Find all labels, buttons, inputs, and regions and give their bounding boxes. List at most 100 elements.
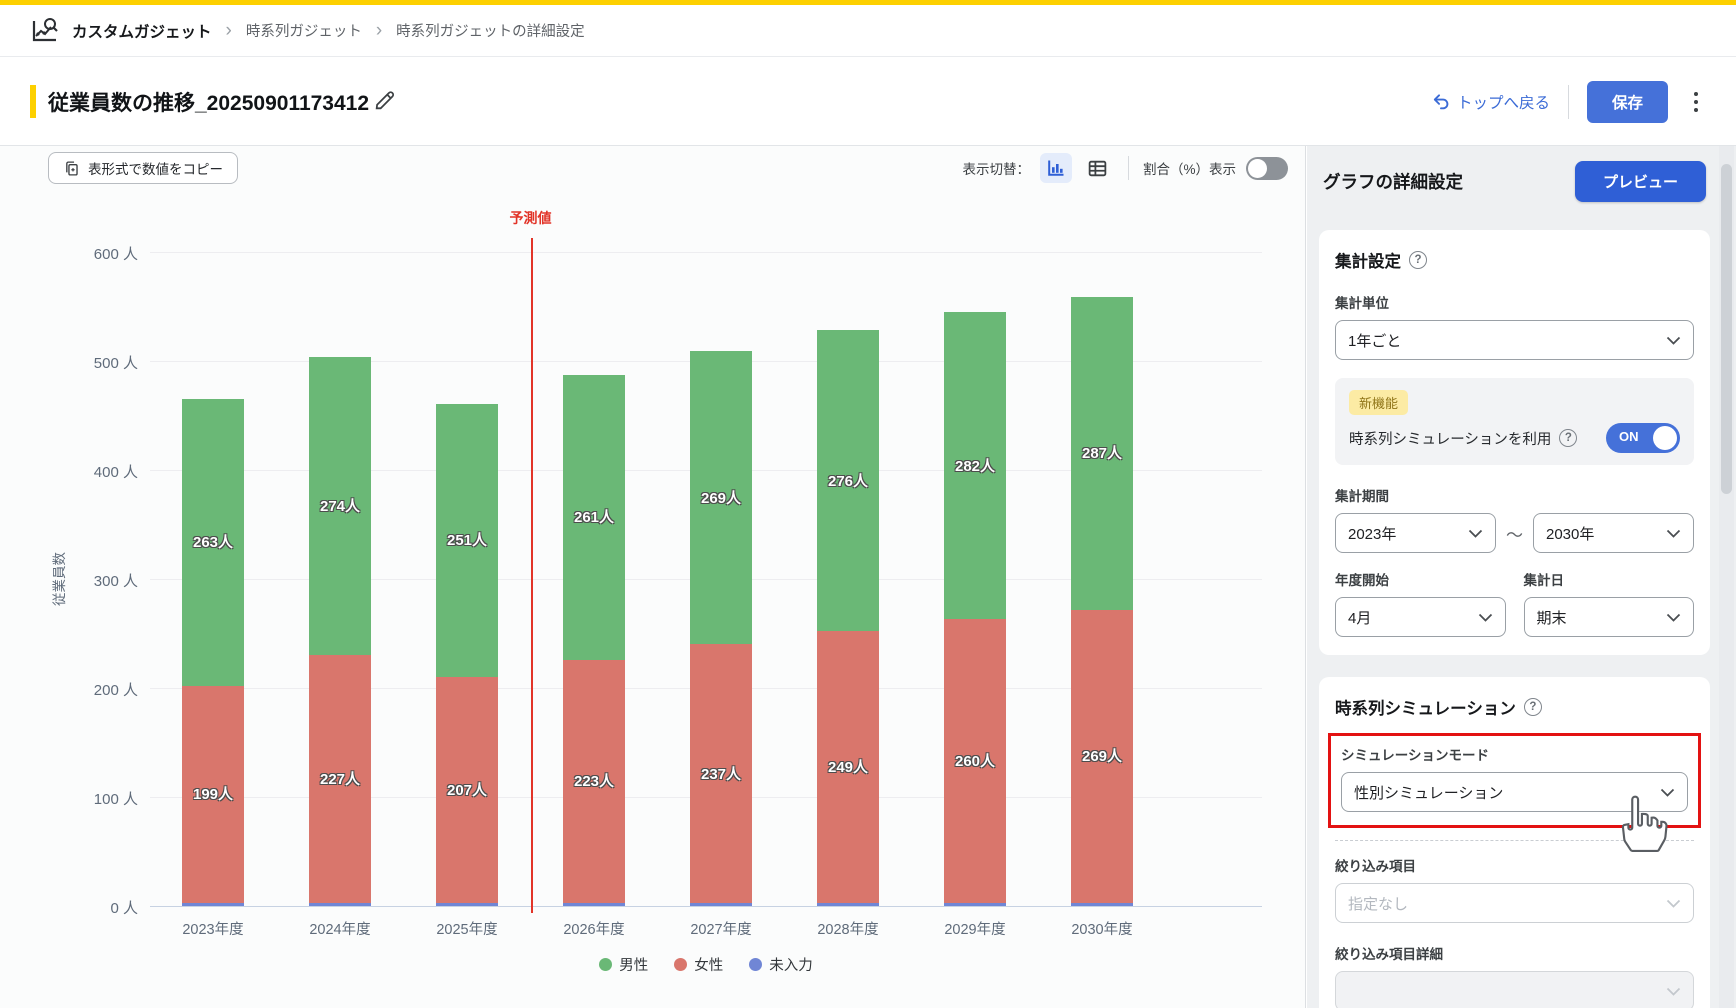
- timeseries-simulation-toggle[interactable]: ON: [1606, 423, 1680, 453]
- legend-item-未入力: 未入力: [749, 954, 813, 975]
- bar-value-label: 282人: [930, 455, 1020, 476]
- period-separator: ～: [1506, 521, 1523, 546]
- more-menu-icon[interactable]: [1686, 86, 1706, 118]
- page-title: 従業員数の推移_20250901173412: [48, 87, 369, 117]
- bar-value-label: 199人: [168, 783, 258, 804]
- bar-value-label: 276人: [803, 470, 893, 491]
- bar-value-label: 260人: [930, 750, 1020, 771]
- y-gridline: [150, 252, 1262, 253]
- chevron-down-icon: [1666, 899, 1681, 908]
- aggregation-unit-value: 1年ごと: [1348, 330, 1401, 351]
- fiscal-start-label: 年度開始: [1335, 569, 1506, 589]
- y-tick-label: 500 人: [38, 352, 138, 373]
- edit-title-icon[interactable]: [372, 88, 398, 114]
- bar-value-label: 269人: [676, 487, 766, 508]
- help-icon[interactable]: ?: [1559, 429, 1577, 447]
- x-tick-label: 2023年度: [153, 918, 273, 939]
- breadcrumb-item-detail: 時系列ガジェットの詳細設定: [396, 20, 585, 41]
- back-to-top-link[interactable]: トップへ戻る: [1431, 91, 1550, 113]
- simulation-mode-label: シミュレーションモード: [1341, 744, 1688, 764]
- chevron-down-icon: [1666, 987, 1681, 996]
- fiscal-start-select[interactable]: 4月: [1335, 597, 1506, 637]
- simulation-toggle-label: 時系列シミュレーションを利用: [1349, 428, 1551, 449]
- aggregation-unit-select[interactable]: 1年ごと: [1335, 320, 1694, 360]
- chart-section: 表形式で数値をコピー 表示切替：: [0, 146, 1306, 1008]
- fiscal-start-value: 4月: [1348, 607, 1371, 628]
- aggregation-section-title: 集計設定: [1335, 248, 1401, 272]
- legend-dot: [674, 958, 687, 971]
- x-tick-label: 2027年度: [661, 918, 781, 939]
- agg-day-select[interactable]: 期末: [1524, 597, 1695, 637]
- prediction-line: [531, 238, 534, 913]
- header-divider: [1568, 85, 1569, 119]
- toggle-on-label: ON: [1619, 429, 1639, 444]
- breadcrumb-separator: ›: [372, 21, 386, 40]
- x-tick-label: 2030年度: [1042, 918, 1162, 939]
- agg-day-label: 集計日: [1524, 569, 1695, 589]
- prediction-label: 予測値: [491, 208, 571, 228]
- chevron-down-icon: [1478, 613, 1493, 622]
- simulation-section-title: 時系列シミュレーション: [1335, 695, 1516, 719]
- app-window: カスタムガジェット › 時系列ガジェット › 時系列ガジェットの詳細設定 従業員…: [0, 0, 1736, 1008]
- simulation-mode-select[interactable]: 性別シミュレーション: [1341, 772, 1688, 812]
- chevron-down-icon: [1666, 529, 1681, 538]
- breadcrumb-root[interactable]: カスタムガジェット: [72, 20, 212, 42]
- legend-dot: [599, 958, 612, 971]
- bar-value-label: 287人: [1057, 442, 1147, 463]
- new-feature-box: 新機能 時系列シミュレーションを利用 ? ON: [1335, 378, 1694, 465]
- preview-button[interactable]: プレビュー: [1575, 161, 1706, 202]
- chevron-down-icon: [1660, 788, 1675, 797]
- legend-label: 女性: [694, 954, 723, 975]
- chevron-down-icon: [1666, 613, 1681, 622]
- help-icon[interactable]: ?: [1524, 698, 1542, 716]
- panel-title: グラフの詳細設定: [1323, 169, 1463, 194]
- aggregation-settings-card: 集計設定 ? 集計単位 1年ごと 新機能 時系列シミュレーションを利用 ?: [1319, 230, 1710, 655]
- x-tick-label: 2028年度: [788, 918, 908, 939]
- breadcrumb-separator: ›: [222, 21, 236, 40]
- bar-value-label: 223人: [549, 770, 639, 791]
- breadcrumb-item-timeseries[interactable]: 時系列ガジェット: [246, 20, 362, 41]
- period-from-value: 2023年: [1348, 523, 1396, 544]
- breadcrumb: カスタムガジェット › 時系列ガジェット › 時系列ガジェットの詳細設定: [0, 5, 1736, 57]
- x-tick-label: 2029年度: [915, 918, 1035, 939]
- back-link-label: トップへ戻る: [1457, 91, 1550, 113]
- settings-panel: グラフの詳細設定 プレビュー 集計設定 ? 集計単位 1年ごと 新機能 時系列シ…: [1307, 146, 1736, 1008]
- y-tick-label: 200 人: [38, 679, 138, 700]
- legend-dot: [749, 958, 762, 971]
- analytics-icon: [30, 16, 62, 46]
- panel-scrollbar[interactable]: [1719, 146, 1734, 1008]
- period-label: 集計期間: [1335, 485, 1694, 505]
- legend-item-男性: 男性: [599, 954, 648, 975]
- legend-label: 男性: [619, 954, 648, 975]
- title-accent-bar: [30, 85, 36, 118]
- save-button[interactable]: 保存: [1587, 81, 1668, 123]
- help-icon[interactable]: ?: [1409, 251, 1427, 269]
- chart-legend: 男性 女性 未入力: [150, 954, 1262, 975]
- title-bar: 従業員数の推移_20250901173412 トップへ戻る 保存: [0, 57, 1736, 146]
- x-tick-label: 2025年度: [407, 918, 527, 939]
- period-to-value: 2030年: [1546, 523, 1594, 544]
- legend-label: 未入力: [769, 954, 813, 975]
- card-divider: [1335, 840, 1694, 841]
- x-tick-label: 2024年度: [280, 918, 400, 939]
- y-axis-title: 従業員数: [48, 539, 68, 619]
- bar-value-label: 249人: [803, 756, 893, 777]
- bar-value-label: 237人: [676, 763, 766, 784]
- x-axis-line: [150, 906, 1262, 907]
- bar-value-label: 274人: [295, 495, 385, 516]
- y-tick-label: 100 人: [38, 788, 138, 809]
- bar-value-label: 227人: [295, 768, 385, 789]
- filter-detail-select: [1335, 971, 1694, 1008]
- bar-value-label: 263人: [168, 531, 258, 552]
- period-from-select[interactable]: 2023年: [1335, 513, 1496, 553]
- timeseries-simulation-card: 時系列シミュレーション ? シミュレーションモード 性別シミュレーション 絞り込…: [1319, 677, 1710, 1008]
- filter-label: 絞り込み項目: [1335, 855, 1694, 875]
- new-feature-badge: 新機能: [1349, 390, 1408, 415]
- filter-value: 指定なし: [1348, 893, 1408, 914]
- simulation-mode-value: 性別シミュレーション: [1354, 782, 1503, 803]
- bar-value-label: 251人: [422, 529, 512, 550]
- bar-value-label: 269人: [1057, 745, 1147, 766]
- period-to-select[interactable]: 2030年: [1533, 513, 1694, 553]
- stacked-bar-chart: 0 人100 人200 人300 人400 人500 人600 人従業員数3人1…: [0, 146, 1306, 1008]
- unit-label: 集計単位: [1335, 292, 1694, 312]
